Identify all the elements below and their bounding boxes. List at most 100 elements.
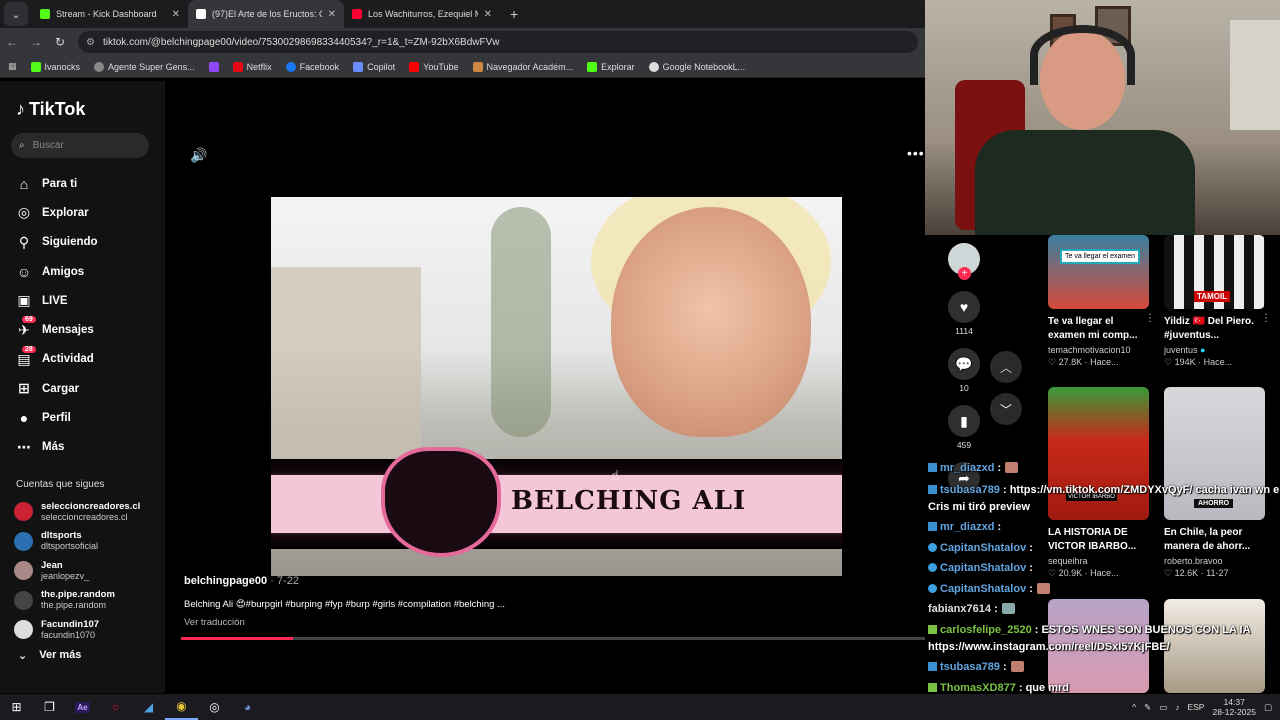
following-account[interactable]: Jean jeanlopezv_ bbox=[14, 556, 140, 586]
follow-plus-icon[interactable]: + bbox=[958, 267, 971, 280]
bookmark-notebooklm[interactable]: Google NotebookL... bbox=[648, 61, 745, 72]
copilot-icon bbox=[353, 61, 364, 72]
sidebar-item-perfil[interactable]: ● Perfil bbox=[16, 403, 98, 432]
close-tab-icon[interactable]: ✕ bbox=[328, 9, 336, 20]
chrome-icon[interactable]: ◉ bbox=[165, 694, 198, 720]
sidebar-item-para-ti[interactable]: ⌂ Para ti bbox=[16, 169, 98, 198]
following-account[interactable]: dltsports dltsportsoficial bbox=[14, 527, 140, 557]
notebooklm-icon bbox=[648, 61, 659, 72]
tab-kick-dashboard[interactable]: Stream - Kick Dashboard ✕ bbox=[32, 0, 188, 28]
messages-icon: ✈ bbox=[18, 321, 30, 338]
see-more-button[interactable]: ⌄ Ver más bbox=[18, 649, 81, 662]
following-account[interactable]: Facundin107 facundin1070 bbox=[14, 615, 140, 645]
sidebar-item-mas[interactable]: ⋯ Más bbox=[16, 433, 98, 462]
close-tab-icon[interactable]: ✕ bbox=[172, 9, 180, 20]
following-account[interactable]: the.pipe.random the.pipe.random bbox=[14, 586, 140, 616]
bookmark-explorar[interactable]: Explorar bbox=[587, 61, 635, 72]
bookmark-navegador[interactable]: Navegador Académ... bbox=[472, 61, 573, 72]
app-icon[interactable]: ◢ bbox=[132, 694, 165, 720]
avatar bbox=[14, 502, 33, 522]
following-list: seleccioncreadores.cl seleccioncreadores.… bbox=[14, 497, 140, 645]
url-text: tiktok.com/@belchingpage00/video/7530029… bbox=[102, 36, 500, 48]
search-input[interactable]: ⌕ Buscar bbox=[11, 133, 149, 158]
sidebar-item-cargar[interactable]: ⊞ Cargar bbox=[16, 374, 98, 403]
avatar bbox=[14, 620, 33, 640]
close-tab-icon[interactable]: ✕ bbox=[484, 9, 492, 20]
shield-icon bbox=[928, 563, 937, 572]
wall-poster bbox=[1230, 20, 1280, 130]
reload-icon[interactable]: ↻ bbox=[48, 35, 72, 49]
chat-message-continuation: https://www.instagram.com/reel/DSxI57KjF… bbox=[928, 641, 1170, 653]
obs-icon[interactable]: ◎ bbox=[198, 694, 231, 720]
video-progress-bar[interactable] bbox=[181, 637, 925, 640]
notifications-icon[interactable]: ▢ bbox=[1264, 702, 1272, 713]
heart-outline-icon: ♡ bbox=[1048, 357, 1057, 367]
task-view-icon[interactable]: ❐ bbox=[33, 694, 66, 720]
save-button[interactable]: ▮ bbox=[948, 405, 980, 437]
windows-start-icon[interactable]: ⊞ bbox=[0, 694, 33, 720]
bookmark-netflix[interactable]: Netflix bbox=[232, 61, 272, 72]
apps-icon[interactable]: ▦ bbox=[8, 61, 17, 72]
like-button[interactable]: ♥ bbox=[948, 291, 980, 323]
youtube-icon bbox=[352, 9, 362, 19]
bookmark-agente[interactable]: Agente Super Gens... bbox=[94, 61, 195, 72]
more-options-icon[interactable]: ••• bbox=[907, 145, 925, 161]
bookmark-facebook[interactable]: Facebook bbox=[285, 61, 339, 72]
card-menu-icon[interactable]: ⋮ bbox=[1145, 313, 1155, 324]
friends-icon: ☺ bbox=[16, 263, 32, 280]
tab-search-button[interactable]: ⌄ bbox=[4, 2, 28, 26]
chevron-up-icon: ︿ bbox=[999, 360, 1012, 375]
tab-tiktok-video[interactable]: (97)El Arte de los Eructos: Comp ✕ bbox=[188, 0, 344, 28]
bookmark-ivanocks[interactable]: Ivanocks bbox=[30, 61, 80, 72]
windows-taskbar: ⊞ ❐ Ae ○ ◢ ◉ ◎ ◕ ^ ✎ ▭ ♪ ESP 14:37 28-12-… bbox=[0, 694, 1280, 720]
bookmark-copilot[interactable]: Copilot bbox=[353, 61, 395, 72]
streamer-shirt bbox=[975, 130, 1195, 235]
tray-chevron-icon[interactable]: ^ bbox=[1132, 702, 1136, 712]
video-thumbnail: TAMOIL bbox=[1164, 235, 1265, 309]
next-video-button[interactable]: ﹀ bbox=[990, 393, 1022, 425]
forward-icon[interactable]: → bbox=[24, 35, 48, 49]
chat-message: fabianx7614 : bbox=[928, 603, 1015, 615]
chevron-down-icon: ⌄ bbox=[18, 650, 28, 662]
sidebar-item-siguiendo[interactable]: ⚲ Siguiendo bbox=[16, 228, 98, 257]
sidebar-item-explorar[interactable]: ◎ Explorar bbox=[16, 198, 98, 227]
video-frame[interactable]: BELCHING ALI ☝ bbox=[271, 197, 842, 576]
sidebar-item-mensajes[interactable]: ✈ 69 Mensajes bbox=[16, 315, 98, 344]
language-indicator[interactable]: ESP bbox=[1187, 702, 1204, 712]
emote-icon bbox=[1036, 583, 1050, 594]
messages-badge: 69 bbox=[22, 316, 36, 324]
clock[interactable]: 14:37 28-12-2025 bbox=[1212, 697, 1255, 717]
url-bar[interactable]: ⚙ tiktok.com/@belchingpage00/video/75300… bbox=[78, 31, 918, 53]
bookmark-youtube[interactable]: YouTube bbox=[409, 61, 459, 72]
facebook-icon bbox=[285, 61, 296, 72]
recommendation-card[interactable]: Te va llegar el examen Te va llegar el e… bbox=[1048, 235, 1155, 368]
sidebar-item-amigos[interactable]: ☺ Amigos bbox=[16, 257, 98, 286]
translate-link[interactable]: Ver traducción bbox=[184, 617, 245, 628]
speaker-icon[interactable]: ♪ bbox=[1175, 702, 1179, 712]
after-effects-icon[interactable]: Ae bbox=[66, 694, 99, 720]
comment-button[interactable]: 💬 bbox=[948, 348, 980, 380]
card-menu-icon[interactable]: ⋮ bbox=[1261, 313, 1271, 324]
site-info-icon[interactable]: ⚙ bbox=[86, 37, 95, 48]
video-author[interactable]: belchingpage00 · 7-22 bbox=[184, 575, 299, 587]
previous-video-button[interactable]: ︿ bbox=[990, 351, 1022, 383]
sidebar-item-actividad[interactable]: ▤ 28 Actividad bbox=[16, 345, 98, 374]
creator-avatar[interactable]: + bbox=[948, 243, 980, 280]
search-icon: ⌕ bbox=[19, 140, 25, 151]
tiktok-logo[interactable]: ♪ TikTok bbox=[16, 99, 85, 120]
opera-icon[interactable]: ○ bbox=[99, 694, 132, 720]
pen-icon[interactable]: ✎ bbox=[1144, 702, 1151, 713]
hand-cursor-icon: ☝ bbox=[611, 467, 620, 483]
new-tab-button[interactable]: + bbox=[510, 6, 518, 22]
recommendation-card[interactable]: TAMOIL Yildiz 🇹🇷 Del Piero. #juventus...… bbox=[1164, 235, 1271, 368]
back-icon[interactable]: ← bbox=[0, 35, 24, 49]
following-title: Cuentas que sigues bbox=[16, 479, 105, 490]
save-count: 459 bbox=[956, 440, 972, 450]
following-account[interactable]: seleccioncreadores.cl seleccioncreadores.… bbox=[14, 497, 140, 527]
tab-youtube[interactable]: Los Wachiturros, Ezequiel Matt ✕ bbox=[344, 0, 500, 28]
bookmark-twitch[interactable] bbox=[208, 61, 219, 72]
network-icon[interactable]: ▭ bbox=[1159, 702, 1167, 713]
discord-icon[interactable]: ◕ bbox=[231, 694, 264, 720]
volume-icon[interactable]: 🔊 bbox=[190, 147, 207, 164]
sidebar-item-live[interactable]: ▣ LIVE bbox=[16, 286, 98, 315]
